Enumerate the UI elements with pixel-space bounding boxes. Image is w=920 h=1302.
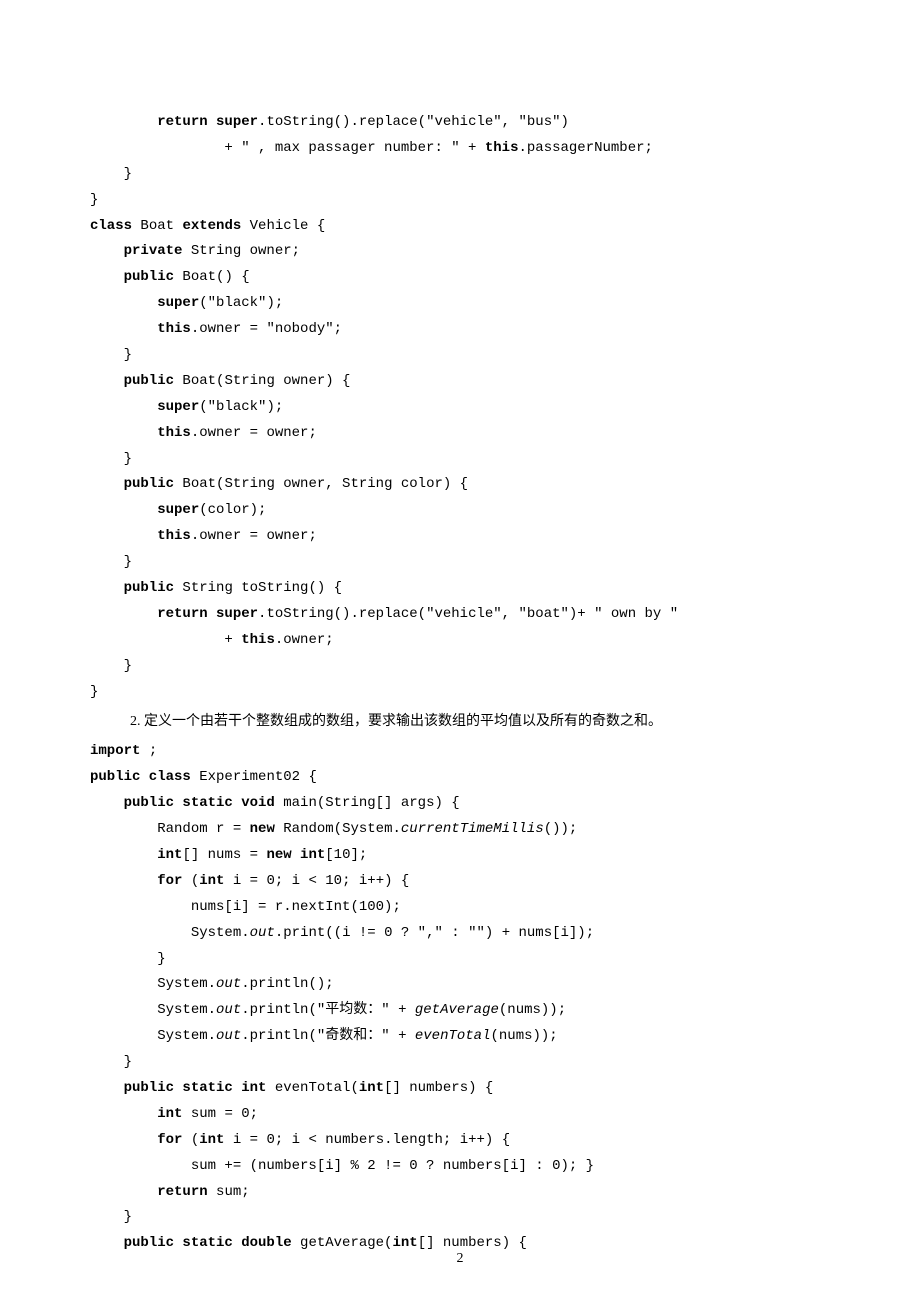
code-block-2: import ;public class Experiment02 { publ…: [90, 739, 830, 1257]
document-page: return super.toString().replace("vehicle…: [0, 0, 920, 1302]
code-block-1: return super.toString().replace("vehicle…: [90, 110, 830, 705]
page-number: 2: [0, 1246, 920, 1272]
problem-statement: 2. 定义一个由若干个整数组成的数组，要求输出该数组的平均值以及所有的奇数之和。: [130, 709, 830, 735]
